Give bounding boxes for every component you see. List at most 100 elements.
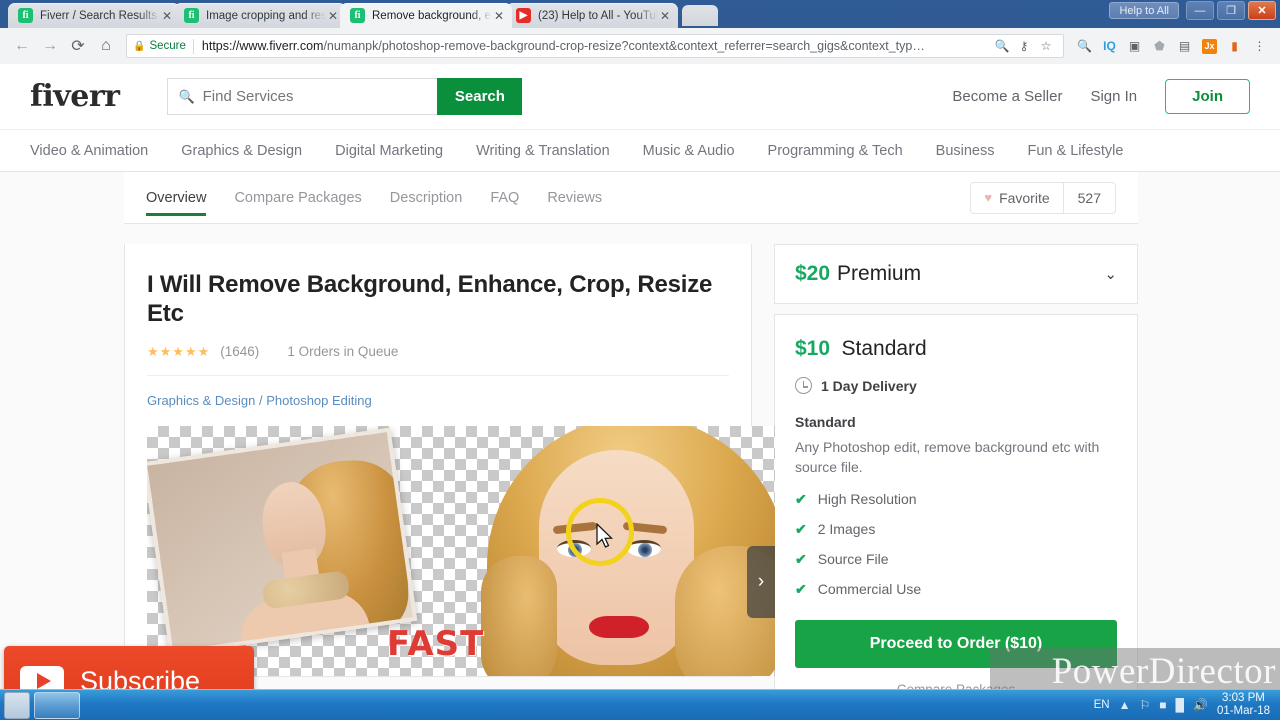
sign-in-link[interactable]: Sign In <box>1090 88 1137 105</box>
fiverr-logo[interactable]: fiverr <box>30 79 120 114</box>
feature-label: High Resolution <box>817 491 917 508</box>
favorite-count: 527 <box>1063 181 1116 214</box>
browser-tab-1[interactable]: fi Fiverr / Search Results fo ✕ <box>8 3 180 28</box>
youtube-favicon-icon: ▶ <box>516 8 531 23</box>
fiverr-favicon-icon: fi <box>350 8 365 23</box>
orange-extension-icon[interactable]: ▮ <box>1222 35 1247 57</box>
tab-close-icon[interactable]: ✕ <box>492 9 506 23</box>
browser-chrome: fi Fiverr / Search Results fo ✕ fi Image… <box>0 0 1280 64</box>
show-hidden-icons[interactable]: ▲ <box>1119 698 1131 712</box>
clock-time: 3:03 PM <box>1222 692 1265 704</box>
gallery-next-arrow-icon[interactable]: › <box>747 545 775 618</box>
security-alert-icon[interactable]: ⚐ <box>1139 698 1150 712</box>
taskbar-clock[interactable]: 3:03 PM 01-Mar-18 <box>1217 692 1272 718</box>
gallery-main-portrait <box>481 425 775 676</box>
battery-icon[interactable]: ■ <box>1159 698 1166 712</box>
tab-description[interactable]: Description <box>390 172 463 224</box>
address-bar[interactable]: 🔒 Secure https://www.fiverr.com/numanpk/… <box>126 34 1064 58</box>
home-icon[interactable]: ⌂ <box>92 37 120 55</box>
premium-price: $20 <box>795 262 831 285</box>
search-button[interactable]: Search <box>437 78 523 115</box>
search-icon: 🔍 <box>178 88 195 104</box>
browser-tab-3-active[interactable]: fi Remove background, en ✕ <box>340 3 512 28</box>
bookmark-star-icon[interactable]: ☆ <box>1035 39 1057 53</box>
tab-faq[interactable]: FAQ <box>490 172 519 224</box>
tab-strip: fi Fiverr / Search Results fo ✕ fi Image… <box>0 0 1280 28</box>
tab-overview[interactable]: Overview <box>146 172 207 224</box>
gig-rating-row: ★★★★★ (1646) 1 Orders in Queue <box>147 344 729 360</box>
screen-capture-icon[interactable]: ▣ <box>1122 35 1147 57</box>
category-programming-tech[interactable]: Programming & Tech <box>768 143 903 159</box>
search-area: 🔍 Search <box>167 78 523 115</box>
page-content: Overview Compare Packages Description FA… <box>0 172 1280 689</box>
page-viewport: fiverr 🔍 Search Become a Seller Sign In … <box>0 64 1280 689</box>
taskbar-browser-item[interactable] <box>34 691 80 719</box>
minimize-button[interactable]: — <box>1186 1 1214 20</box>
search-input-wrapper[interactable]: 🔍 <box>167 78 438 115</box>
portrait-curl-left <box>481 555 557 676</box>
shield-extension-icon[interactable]: ⬟ <box>1147 35 1172 57</box>
qr-code-icon[interactable]: ▤ <box>1172 35 1197 57</box>
tab-close-icon[interactable]: ✕ <box>160 9 174 23</box>
delivery-time: 1 Day Delivery <box>821 377 917 394</box>
category-graphics-design[interactable]: Graphics & Design <box>181 143 302 159</box>
close-button[interactable]: ✕ <box>1248 1 1276 20</box>
category-digital-marketing[interactable]: Digital Marketing <box>335 143 443 159</box>
volume-icon[interactable]: 🔊 <box>1193 698 1208 712</box>
page-title: I Will Remove Background, Enhance, Crop,… <box>147 271 713 328</box>
clock-icon <box>795 377 812 394</box>
join-button[interactable]: Join <box>1165 79 1250 114</box>
url-path: /numanpk/photoshop-remove-background-cro… <box>323 39 925 53</box>
window-tooltip: Help to All <box>1109 2 1179 19</box>
screen-root: fi Fiverr / Search Results fo ✕ fi Image… <box>0 0 1280 720</box>
feature-label: 2 Images <box>817 521 876 538</box>
taskbar-calculator-icon[interactable] <box>4 691 30 719</box>
premium-name: Premium <box>837 262 922 285</box>
become-a-seller-link[interactable]: Become a Seller <box>952 88 1062 105</box>
iq-extension-icon[interactable]: IQ <box>1097 35 1122 57</box>
browser-tab-2[interactable]: fi Image cropping and res ✕ <box>174 3 346 28</box>
category-video-animation[interactable]: Video & Animation <box>30 143 148 159</box>
category-writing-translation[interactable]: Writing & Translation <box>476 143 610 159</box>
system-tray: EN ▲ ⚐ ■ █ 🔊 3:03 PM 01-Mar-18 <box>1094 692 1280 718</box>
network-icon[interactable]: █ <box>1175 698 1184 712</box>
package-standard: $10 Standard 1 Day Delivery Standard Any… <box>774 314 1138 689</box>
back-icon[interactable]: ← <box>8 37 36 55</box>
chrome-menu-icon[interactable]: ⋮ <box>1247 35 1272 57</box>
tab-close-icon[interactable]: ✕ <box>326 9 340 23</box>
category-fun-lifestyle[interactable]: Fun & Lifestyle <box>1028 143 1124 159</box>
language-indicator[interactable]: EN <box>1094 699 1110 711</box>
star-rating-icon: ★★★★★ <box>147 343 211 359</box>
gallery-overlay-text: FAST <box>387 623 485 664</box>
package-premium[interactable]: $20 Premium ⌄ <box>774 244 1138 304</box>
chevron-down-icon[interactable]: ⌄ <box>1104 265 1117 283</box>
maximize-button[interactable]: ❐ <box>1217 1 1245 20</box>
feature-row: ✔ Commercial Use <box>795 581 1117 598</box>
search-icon[interactable]: 🔍 <box>1072 35 1097 57</box>
password-key-icon[interactable]: ⚷ <box>1013 39 1035 53</box>
category-business[interactable]: Business <box>936 143 995 159</box>
lock-icon: 🔒 <box>133 40 146 52</box>
tab-compare-packages[interactable]: Compare Packages <box>234 172 361 224</box>
jx-extension-icon[interactable]: Jx <box>1197 35 1222 57</box>
favorite-group: ♥ Favorite 527 <box>970 181 1116 214</box>
rating-count: (1646) <box>220 344 260 360</box>
tab-close-icon[interactable]: ✕ <box>658 9 672 23</box>
tab-title: Image cropping and res <box>206 9 326 22</box>
gig-gallery[interactable]: FAST › <box>147 425 775 676</box>
clock-date: 01-Mar-18 <box>1216 705 1270 717</box>
browser-tab-4[interactable]: ▶ (23) Help to All - YouTub ✕ <box>506 3 678 28</box>
category-music-audio[interactable]: Music & Audio <box>643 143 735 159</box>
breadcrumb[interactable]: Graphics & Design / Photoshop Editing <box>147 376 729 426</box>
url-domain: https://www.fiverr.com <box>201 39 324 53</box>
zoom-icon[interactable]: 🔍 <box>991 39 1013 53</box>
url-text: https://www.fiverr.com/numanpk/photoshop… <box>202 39 991 53</box>
new-tab-button[interactable] <box>682 5 718 26</box>
search-input[interactable] <box>202 88 428 105</box>
favorite-button[interactable]: ♥ Favorite <box>970 181 1064 214</box>
forward-icon[interactable]: → <box>36 37 64 55</box>
standard-header: $10 Standard <box>795 337 1117 361</box>
standard-name: Standard <box>841 337 927 360</box>
tab-reviews[interactable]: Reviews <box>547 172 602 224</box>
reload-icon[interactable]: ⟳ <box>64 36 92 56</box>
